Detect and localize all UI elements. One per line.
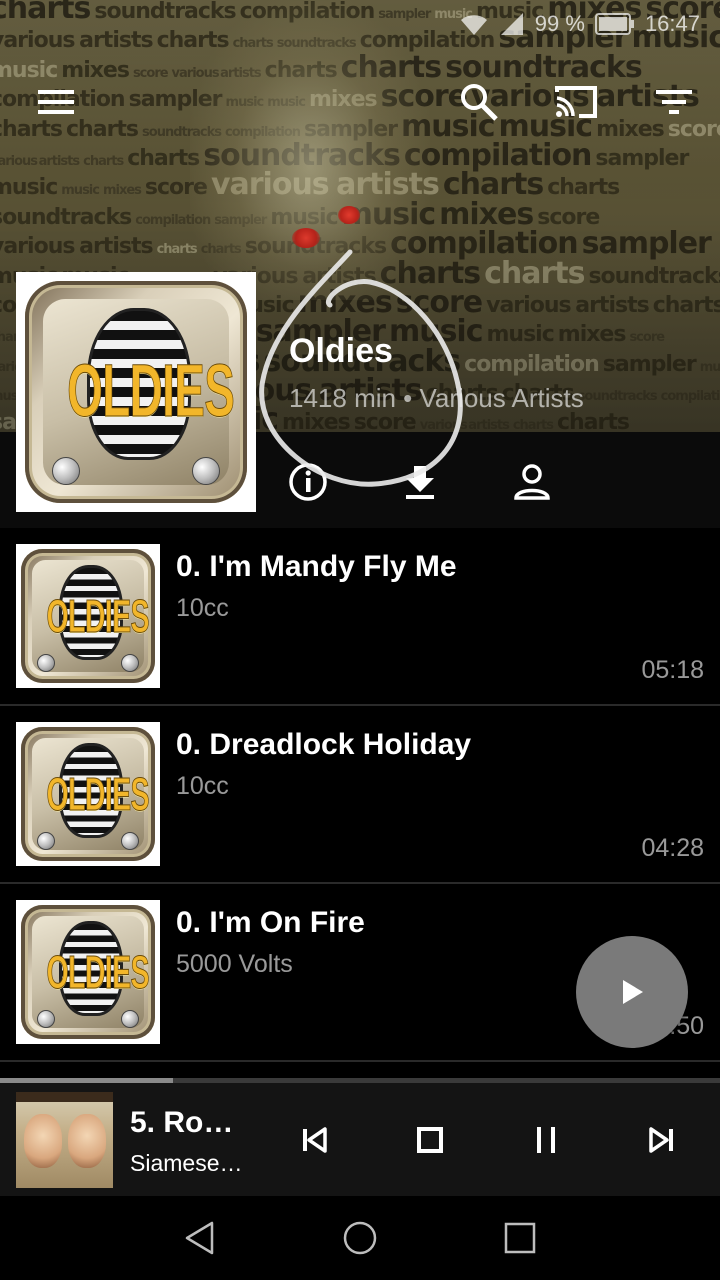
- track-duration: 05:18: [641, 656, 704, 684]
- download-icon: [406, 466, 434, 499]
- signal-icon: [500, 13, 523, 35]
- oldies-logo: OLDIES: [25, 281, 247, 503]
- search-button[interactable]: [455, 78, 503, 126]
- track-artist: 10cc: [176, 594, 229, 622]
- status-bar: 99 % 16:47: [459, 8, 700, 40]
- track-cover: OLDIES: [16, 900, 160, 1044]
- playback-progress[interactable]: [0, 1078, 720, 1083]
- album-cover[interactable]: OLDIES: [16, 272, 256, 512]
- hamburger-menu-icon: [38, 90, 74, 114]
- track-row[interactable]: OLDIES 0. I'm Mandy Fly Me 10cc 05:18: [0, 528, 720, 706]
- track-row[interactable]: [0, 1062, 720, 1078]
- clock: 16:47: [644, 11, 700, 36]
- skip-previous-icon: [303, 1127, 327, 1153]
- album-subtitle: 1418 min • Various Artists: [289, 383, 584, 413]
- track-duration: 04:28: [641, 834, 704, 862]
- mini-player[interactable]: 5. Rocket Siamese Dream: [0, 1078, 720, 1196]
- skip-next-button[interactable]: [638, 1116, 686, 1164]
- search-icon: [461, 84, 498, 121]
- track-cover: OLDIES: [16, 722, 160, 866]
- back-button[interactable]: [176, 1214, 224, 1262]
- artist-button[interactable]: [508, 458, 556, 506]
- sort-icon: [656, 90, 692, 114]
- recents-button[interactable]: [496, 1214, 544, 1262]
- cast-icon: [555, 86, 597, 118]
- track-cover: OLDIES: [16, 544, 160, 688]
- track-title: 0. I'm On Fire: [176, 906, 365, 939]
- play-all-button[interactable]: [576, 936, 688, 1048]
- back-icon: [185, 1221, 214, 1255]
- stop-icon: [417, 1127, 443, 1153]
- playback-progress-fill: [0, 1078, 173, 1083]
- sort-button[interactable]: [650, 78, 698, 126]
- pause-button[interactable]: [522, 1116, 570, 1164]
- wifi-icon: [460, 15, 487, 35]
- oldies-logo: OLDIES: [21, 727, 155, 861]
- person-icon: [514, 464, 550, 500]
- track-artist: 10cc: [176, 772, 229, 800]
- battery-percent: 99 %: [534, 11, 585, 36]
- system-nav-bar: [0, 1196, 720, 1280]
- now-playing-title: 5. Rocket: [130, 1106, 248, 1139]
- download-button[interactable]: [396, 458, 444, 506]
- cast-button[interactable]: [552, 78, 600, 126]
- play-icon: [623, 980, 643, 1004]
- skip-previous-button[interactable]: [290, 1116, 338, 1164]
- pause-icon: [537, 1127, 555, 1153]
- home-button[interactable]: [336, 1214, 384, 1262]
- oldies-logo: OLDIES: [21, 905, 155, 1039]
- track-artist: 5000 Volts: [176, 950, 293, 978]
- info-button[interactable]: [284, 458, 332, 506]
- track-row[interactable]: OLDIES 0. Dreadlock Holiday 10cc 04:28: [0, 706, 720, 884]
- track-title: 0. Dreadlock Holiday: [176, 728, 472, 761]
- menu-button[interactable]: [32, 78, 80, 126]
- home-icon: [343, 1221, 377, 1255]
- stop-button[interactable]: [406, 1116, 454, 1164]
- now-playing-artist: Siamese Dream: [130, 1150, 248, 1176]
- info-icon: [289, 463, 327, 501]
- recents-icon: [504, 1222, 536, 1254]
- skip-next-icon: [649, 1127, 673, 1153]
- album-title: Oldies: [289, 332, 393, 370]
- battery-icon: [594, 13, 634, 35]
- now-playing-cover: [16, 1092, 113, 1188]
- oldies-logo: OLDIES: [21, 549, 155, 683]
- track-title: 0. I'm Mandy Fly Me: [176, 550, 457, 583]
